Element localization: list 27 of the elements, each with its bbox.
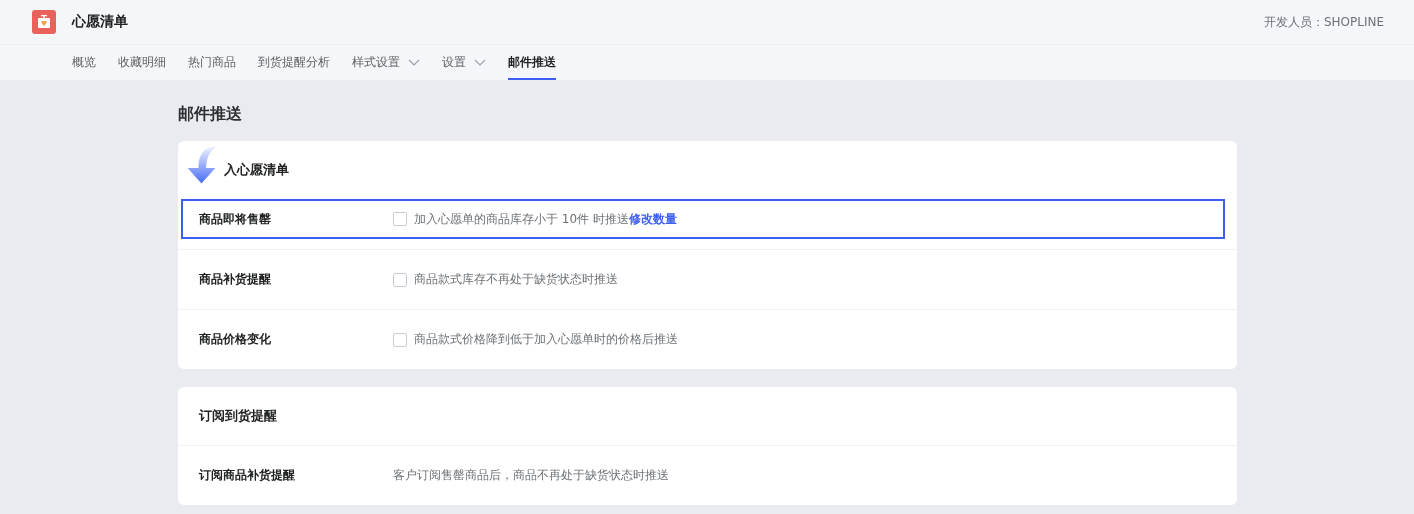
setting-label: 商品补货提醒: [199, 271, 272, 288]
developer-label: 开发人员：SHOPLINE: [1263, 13, 1384, 31]
section-title: 订阅到货提醒: [199, 407, 277, 425]
app-title: 心愿清单: [72, 13, 128, 31]
edit-quantity-link[interactable]: 修改数量: [628, 211, 677, 226]
chevron-down-icon[interactable]: [408, 58, 420, 67]
nav-tab[interactable]: 到货提醒分析: [258, 45, 330, 80]
nav-tab[interactable]: 概览: [72, 45, 96, 80]
setting-description: 商品款式价格降到低于加入心愿单时的价格后推送: [414, 331, 678, 348]
setting-label: 商品即将售罄: [199, 210, 272, 228]
setting-label: 商品价格变化: [199, 331, 272, 348]
section-title: 入心愿清单: [224, 161, 289, 179]
page-title: 邮件推送: [178, 104, 243, 125]
nav-tab[interactable]: 样式设置: [352, 45, 420, 80]
setting-label: 订阅商品补货提醒: [199, 467, 296, 484]
nav-tab[interactable]: 邮件推送: [508, 45, 556, 80]
setting-description: 客户订阅售罄商品后，商品不再处于缺货状态时推送: [393, 467, 669, 484]
nav-tab[interactable]: 收藏明细: [118, 45, 166, 80]
setting-description: 商品款式库存不再处于缺货状态时推送: [414, 271, 618, 288]
nav-tab[interactable]: 设置: [442, 45, 486, 80]
checkbox[interactable]: [393, 272, 407, 287]
gift-logo-icon: [32, 10, 56, 34]
nav-tab[interactable]: 热门商品: [188, 45, 236, 80]
setting-description: 加入心愿单的商品库存小于 10件 时推送修改数量: [414, 210, 677, 228]
checkbox[interactable]: [393, 212, 407, 226]
checkbox[interactable]: [393, 332, 407, 347]
chevron-down-icon[interactable]: [474, 58, 486, 67]
